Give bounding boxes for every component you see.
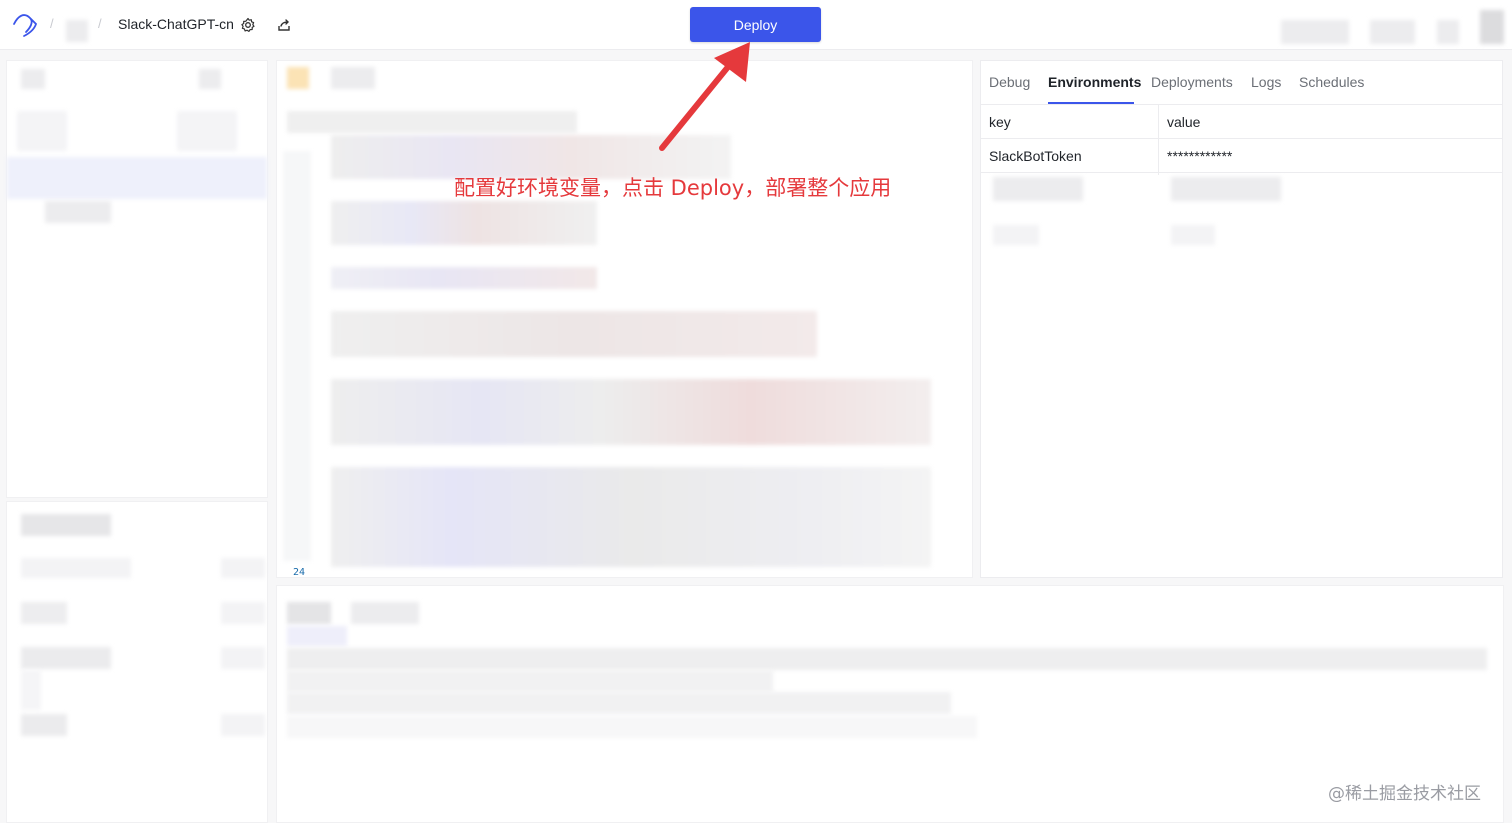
column-header-value: value bbox=[1167, 114, 1201, 130]
header-action-button[interactable] bbox=[1281, 20, 1349, 44]
tab-schedules[interactable]: Schedules bbox=[1299, 74, 1364, 90]
tab-logs[interactable]: Logs bbox=[1251, 74, 1281, 90]
right-panel: Debug Environments Deployments Logs Sche… bbox=[980, 60, 1503, 578]
env-key-cell[interactable]: SlackBotToken bbox=[989, 148, 1082, 164]
header-action-button[interactable] bbox=[1437, 20, 1459, 44]
deploy-button[interactable]: Deploy bbox=[690, 7, 821, 42]
annotation-text: 配置好环境变量，点击 Deploy，部署整个应用 bbox=[454, 176, 892, 200]
tab-environments[interactable]: Environments bbox=[1048, 74, 1141, 90]
workspace-avatar[interactable] bbox=[66, 20, 88, 42]
header-action-button[interactable] bbox=[1370, 20, 1415, 44]
settings-gear-icon[interactable] bbox=[238, 15, 258, 35]
env-value-input[interactable] bbox=[1171, 177, 1281, 201]
project-name[interactable]: Slack-ChatGPT-cn bbox=[118, 16, 234, 32]
add-env-button[interactable] bbox=[993, 225, 1039, 245]
table-header-row: key value bbox=[981, 105, 1502, 139]
column-header-key: key bbox=[989, 114, 1011, 130]
table-row[interactable]: SlackBotToken ************ bbox=[981, 139, 1502, 173]
file-list-item-selected[interactable] bbox=[7, 157, 267, 199]
environment-table: key value SlackBotToken ************ bbox=[981, 105, 1502, 173]
line-number: 24 bbox=[293, 567, 306, 578]
save-env-button[interactable] bbox=[1171, 225, 1215, 245]
bottom-console-panel bbox=[276, 585, 1504, 823]
annotation-arrow-icon bbox=[659, 42, 750, 151]
user-avatar[interactable] bbox=[1480, 10, 1504, 44]
tab-bar: Debug Environments Deployments Logs Sche… bbox=[981, 61, 1502, 105]
sidebar-lower-panel bbox=[6, 501, 268, 823]
column-divider bbox=[1158, 105, 1159, 175]
line-gutter bbox=[283, 151, 311, 561]
env-key-input[interactable] bbox=[993, 177, 1083, 201]
breadcrumb-separator: / bbox=[50, 16, 54, 31]
tab-debug[interactable]: Debug bbox=[989, 74, 1030, 90]
breadcrumb-separator: / bbox=[98, 16, 102, 31]
tab-deployments[interactable]: Deployments bbox=[1151, 74, 1233, 90]
share-icon[interactable] bbox=[274, 15, 294, 35]
logo-icon[interactable] bbox=[10, 10, 38, 38]
file-explorer bbox=[6, 60, 268, 498]
watermark: @稀土掘金技术社区 bbox=[1328, 784, 1481, 804]
env-value-cell[interactable]: ************ bbox=[1167, 148, 1232, 164]
active-tab-indicator bbox=[1048, 102, 1134, 104]
code-editor[interactable]: 24 bbox=[276, 60, 973, 578]
